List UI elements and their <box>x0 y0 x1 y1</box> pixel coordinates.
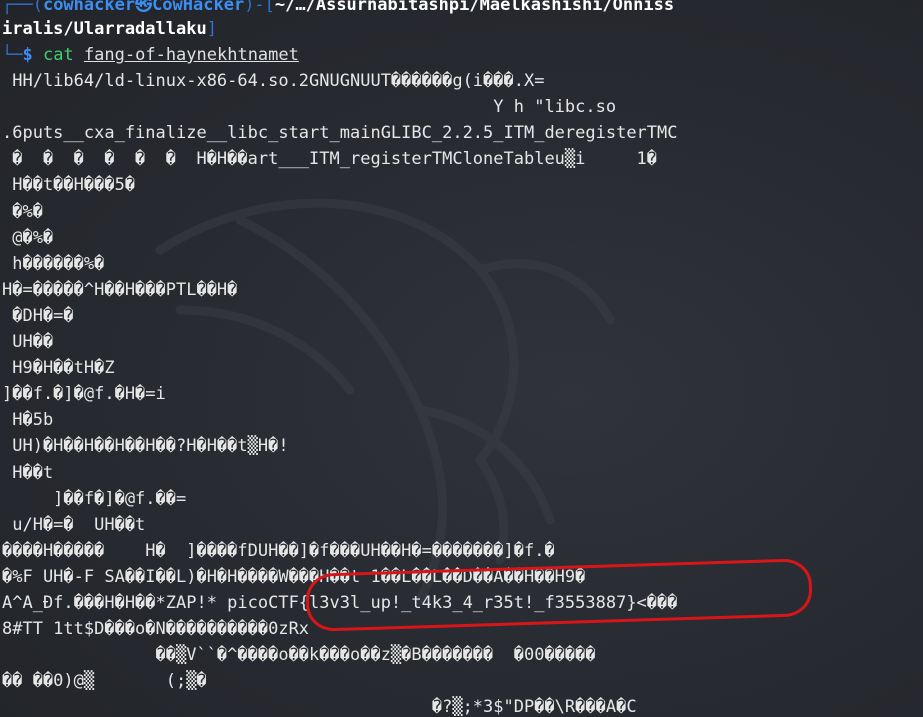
output-line: H��t <box>2 462 54 483</box>
prompt-line-1: ┌──(cowhacker㉿CowHacker)-[~/…/Assurnabit… <box>2 0 674 17</box>
command-line: └─$ cat fang-of-haynekhtnamet <box>2 43 299 67</box>
prompt-path-close: ] <box>206 19 217 39</box>
output-line: h������%� <box>2 253 105 274</box>
output-line: �?▒;*3$"DP��\R���A�C <box>2 697 637 717</box>
output-line: u/H�=� UH��t <box>2 514 146 535</box>
output-line: ����H����� H� ]����fDUH��]�f���UH��H�=��… <box>2 540 555 561</box>
output-line: @�%� <box>2 227 54 248</box>
output-line: UH�� <box>2 332 54 352</box>
prompt-line-2: iralis/Ularradallaku] <box>2 17 217 41</box>
output-line: ]��f.�]�@f.�H�=i <box>2 384 166 405</box>
prompt-user-host: cowhacker㉿CowHacker <box>42 0 245 15</box>
prompt-corner-bottom: └─ <box>2 45 23 65</box>
prompt-corner-top: ┌──( <box>2 0 43 15</box>
output-line: ]��f�]�@f.��= <box>2 488 187 509</box>
output-line: H�=�����^H��H���PTL��H� <box>2 279 238 300</box>
terminal-window[interactable]: ┌──(cowhacker㉿CowHacker)-[~/…/Assurnabit… <box>0 0 923 717</box>
command-name: cat <box>42 45 74 65</box>
output-line: H�5b <box>2 410 54 431</box>
output-line: ��▒V``�^����o��k���o��z▒�B������� �00���… <box>2 645 596 666</box>
output-line: 8#TT 1tt$D���o�N����������0zRx <box>2 619 310 640</box>
output-line: � � � � � � H�H��art___ITM_registerTMClo… <box>2 149 658 170</box>
output-line: �%� <box>2 201 43 222</box>
output-line: H��t��H���5� <box>2 175 136 196</box>
command-argument: fang-of-haynekhtnamet <box>83 45 299 65</box>
prompt-dollar: $ <box>22 45 43 65</box>
prompt-separator: )-[ <box>244 0 275 15</box>
output-line: H9�H��tH�Z <box>2 358 115 379</box>
output-line: �DH�=� <box>2 305 74 326</box>
output-line: Y h "libc.so <box>2 97 617 118</box>
output-line: HH/lib64/ld-linux-x86-64.so.2GNUGNUUT���… <box>2 71 545 91</box>
prompt-path-continued: iralis/Ularradallaku <box>2 19 207 39</box>
output-line: UH)�H��H��H��H��?H�H��t▒H�! <box>2 436 289 457</box>
prompt-path: ~/…/Assurnabitashpi/Maelkashishi/Onniss <box>274 0 675 15</box>
output-line: �� ��0)@▒ (;▒� <box>2 671 207 692</box>
output-line: .6puts__cxa_finalize__libc_start_mainGLI… <box>2 123 678 144</box>
